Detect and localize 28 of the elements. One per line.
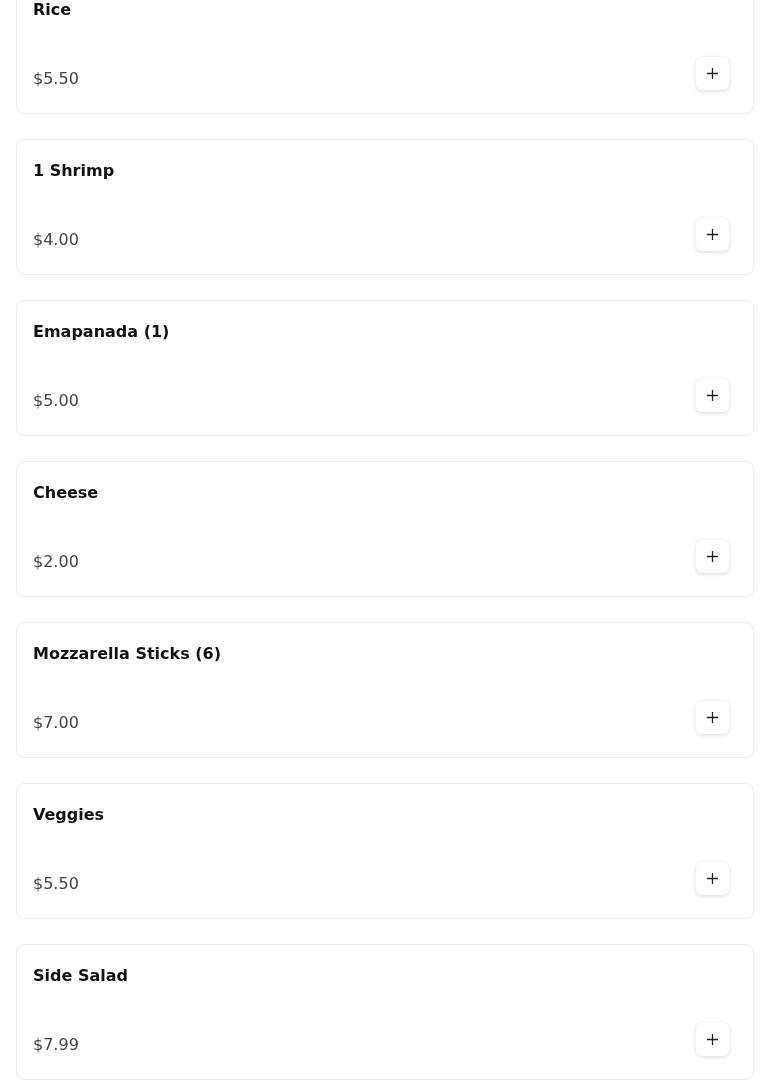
- plus-icon: [707, 1034, 718, 1045]
- plus-icon: [707, 229, 718, 240]
- plus-icon: [707, 551, 718, 562]
- plus-icon: [707, 68, 718, 79]
- add-button[interactable]: [696, 701, 729, 734]
- item-name: Veggies: [33, 805, 105, 825]
- item-name: 1 Shrimp: [33, 161, 115, 181]
- plus-icon: [707, 390, 718, 401]
- add-button[interactable]: [696, 862, 729, 895]
- item-price: $7.00: [33, 713, 79, 733]
- item-price: $5.50: [33, 874, 79, 894]
- add-button[interactable]: [696, 218, 729, 251]
- item-name: Side Salad: [33, 966, 128, 986]
- item-price: $5.50: [33, 69, 79, 89]
- item-name: Rice: [33, 0, 72, 20]
- item-name: Mozzarella Sticks (6): [33, 644, 222, 664]
- add-button[interactable]: [696, 540, 729, 573]
- item-name: Emapanada (1): [33, 322, 170, 342]
- item-price: $2.00: [33, 552, 79, 572]
- add-button[interactable]: [696, 379, 729, 412]
- item-name: Cheese: [33, 483, 99, 503]
- item-price: $4.00: [33, 230, 79, 250]
- plus-icon: [707, 873, 718, 884]
- add-button[interactable]: [696, 57, 729, 90]
- item-price: $7.99: [33, 1035, 79, 1055]
- plus-icon: [707, 712, 718, 723]
- item-price: $5.00: [33, 391, 79, 411]
- add-button[interactable]: [696, 1023, 729, 1056]
